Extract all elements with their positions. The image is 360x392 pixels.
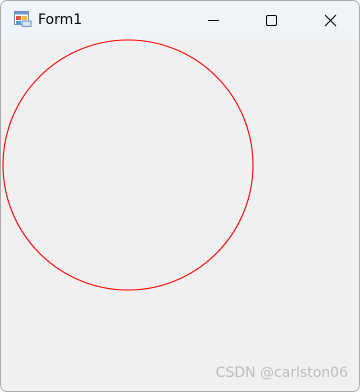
watermark-text: CSDN @carlston06 xyxy=(215,365,348,381)
minimize-icon xyxy=(208,20,219,21)
drawn-circle xyxy=(2,39,254,291)
window-title: Form1 xyxy=(38,12,83,28)
app-icon xyxy=(14,11,32,27)
maximize-icon xyxy=(266,15,277,26)
form-window: Form1 CSDN @carlston06 xyxy=(0,0,360,392)
maximize-button[interactable] xyxy=(242,1,300,39)
red-circle xyxy=(2,39,254,291)
close-icon xyxy=(324,14,337,27)
form-client-area xyxy=(1,39,359,391)
close-button[interactable] xyxy=(301,1,359,39)
title-bar[interactable]: Form1 xyxy=(1,1,359,39)
minimize-button[interactable] xyxy=(184,1,242,39)
